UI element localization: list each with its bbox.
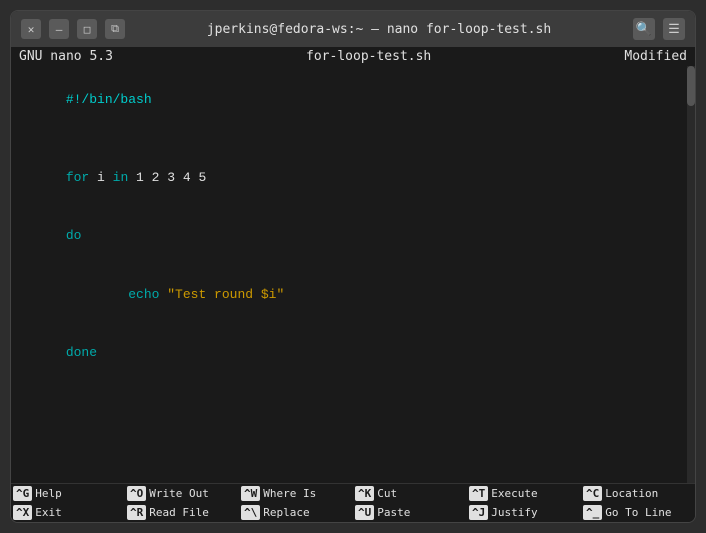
shortcut-key-gotoline: ^_ — [583, 505, 602, 520]
shebang-line: #!/bin/bash — [66, 92, 152, 107]
restore-button[interactable]: ⧉ — [105, 19, 125, 39]
editor-area[interactable]: #!/bin/bash for i in 1 2 3 4 5 do echo "… — [11, 66, 695, 483]
nano-filename: for-loop-test.sh — [306, 49, 431, 64]
shortcut-label-justify: Justify — [491, 506, 537, 519]
scrollbar[interactable] — [687, 66, 695, 483]
nano-statusbar: GNU nano 5.3 for-loop-test.sh Modified — [11, 47, 695, 66]
indent — [66, 287, 128, 302]
shortcut-key-execute: ^T — [469, 486, 488, 501]
shortcut-key-writeout: ^O — [127, 486, 146, 501]
shortcut-replace[interactable]: ^\ Replace — [239, 503, 353, 522]
shortcut-bar: ^G Help ^O Write Out ^W Where Is ^K Cut … — [11, 483, 695, 522]
close-button[interactable]: ✕ — [21, 19, 41, 39]
maximize-button[interactable]: □ — [77, 19, 97, 39]
editor-line-do: do — [19, 207, 687, 266]
shortcut-key-cut: ^K — [355, 486, 374, 501]
shortcut-key-exit: ^X — [13, 505, 32, 520]
editor-line: #!/bin/bash — [19, 70, 687, 129]
shortcut-whereis[interactable]: ^W Where Is — [239, 484, 353, 503]
shortcut-key-replace: ^\ — [241, 505, 260, 520]
editor-line-done: done — [19, 324, 687, 383]
shortcut-key-help: ^G — [13, 486, 32, 501]
shortcut-label-execute: Execute — [491, 487, 537, 500]
titlebar: ✕ — □ ⧉ jperkins@fedora-ws:~ — nano for-… — [11, 11, 695, 47]
shortcut-readfile[interactable]: ^R Read File — [125, 503, 239, 522]
editor-line-blank — [19, 129, 687, 149]
var-i: i — [97, 170, 113, 185]
shortcut-label-replace: Replace — [263, 506, 309, 519]
shortcut-key-paste: ^U — [355, 505, 374, 520]
editor-line-echo: echo "Test round $i" — [19, 265, 687, 324]
editor-line-for: for i in 1 2 3 4 5 — [19, 148, 687, 207]
window-title: jperkins@fedora-ws:~ — nano for-loop-tes… — [125, 22, 633, 37]
shortcut-exit[interactable]: ^X Exit — [11, 503, 125, 522]
nums: 1 2 3 4 5 — [136, 170, 206, 185]
shortcut-label-writeout: Write Out — [149, 487, 209, 500]
keyword-done: done — [66, 345, 97, 360]
menu-button[interactable]: ☰ — [663, 18, 685, 40]
shortcut-key-whereis: ^W — [241, 486, 260, 501]
shortcut-label-cut: Cut — [377, 487, 397, 500]
shortcut-label-whereis: Where Is — [263, 487, 316, 500]
shortcut-label-paste: Paste — [377, 506, 410, 519]
shortcut-cut[interactable]: ^K Cut — [353, 484, 467, 503]
keyword-in: in — [113, 170, 136, 185]
keyword-do: do — [66, 228, 82, 243]
shortcut-label-exit: Exit — [35, 506, 62, 519]
scrollbar-thumb[interactable] — [687, 66, 695, 106]
shortcut-label-help: Help — [35, 487, 62, 500]
search-button[interactable]: 🔍 — [633, 18, 655, 40]
shortcut-label-gotoline: Go To Line — [605, 506, 671, 519]
shortcut-justify[interactable]: ^J Justify — [467, 503, 581, 522]
window-controls: ✕ — □ ⧉ — [21, 19, 125, 39]
shortcut-label-location: Location — [605, 487, 658, 500]
shortcut-execute[interactable]: ^T Execute — [467, 484, 581, 503]
shortcut-row-1: ^G Help ^O Write Out ^W Where Is ^K Cut … — [11, 484, 695, 503]
shortcut-row-2: ^X Exit ^R Read File ^\ Replace ^U Paste… — [11, 503, 695, 522]
nano-version: GNU nano 5.3 — [19, 49, 113, 64]
keyword-for: for — [66, 170, 97, 185]
keyword-echo: echo — [128, 287, 167, 302]
shortcut-key-readfile: ^R — [127, 505, 146, 520]
nano-modified: Modified — [624, 49, 687, 64]
string-val: "Test round $i" — [167, 287, 284, 302]
shortcut-paste[interactable]: ^U Paste — [353, 503, 467, 522]
terminal-window: ✕ — □ ⧉ jperkins@fedora-ws:~ — nano for-… — [10, 10, 696, 523]
shortcut-gotoline[interactable]: ^_ Go To Line — [581, 503, 695, 522]
shortcut-help[interactable]: ^G Help — [11, 484, 125, 503]
titlebar-right-buttons: 🔍 ☰ — [633, 18, 685, 40]
shortcut-key-justify: ^J — [469, 505, 488, 520]
shortcut-key-location: ^C — [583, 486, 602, 501]
shortcut-label-readfile: Read File — [149, 506, 209, 519]
shortcut-location[interactable]: ^C Location — [581, 484, 695, 503]
shortcut-writeout[interactable]: ^O Write Out — [125, 484, 239, 503]
minimize-button[interactable]: — — [49, 19, 69, 39]
